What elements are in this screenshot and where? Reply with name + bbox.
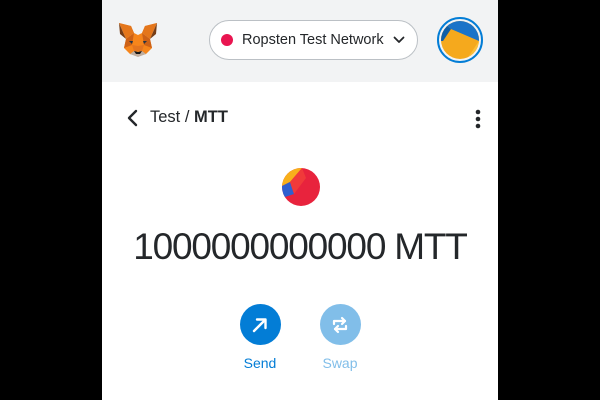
- chevron-left-icon[interactable]: [126, 109, 140, 127]
- breadcrumb: Test / MTT: [150, 108, 228, 127]
- chevron-down-icon: [393, 36, 405, 43]
- breadcrumb-separator: /: [180, 108, 195, 126]
- network-name: Ropsten Test Network: [242, 32, 384, 48]
- network-status-dot: [221, 34, 233, 46]
- breadcrumb-account[interactable]: Test: [150, 108, 180, 126]
- send-button-circle[interactable]: [239, 304, 281, 345]
- arrow-up-right-icon: [252, 317, 267, 332]
- swap-label: Swap: [322, 355, 358, 371]
- metamask-fox-icon[interactable]: [117, 21, 159, 59]
- account-menu-button[interactable]: [437, 17, 483, 63]
- token-identicon: [282, 168, 320, 206]
- token-balance: 1000000000000 MTT: [133, 226, 468, 267]
- swap-button[interactable]: Swap: [310, 304, 370, 371]
- account-identicon: [441, 21, 479, 59]
- breadcrumb-token: MTT: [194, 108, 228, 126]
- swap-button-circle[interactable]: [319, 304, 361, 345]
- swap-arrows-icon: [332, 316, 348, 333]
- kebab-menu-icon[interactable]: [472, 108, 484, 130]
- send-button[interactable]: Send: [230, 304, 290, 371]
- network-selector[interactable]: Ropsten Test Network: [209, 20, 418, 60]
- asset-navigation: Test / MTT: [102, 100, 498, 136]
- send-label: Send: [243, 355, 277, 371]
- app-header: Ropsten Test Network: [102, 0, 498, 82]
- wallet-popup: Ropsten Test Network Test / MTT 10000000…: [102, 0, 498, 400]
